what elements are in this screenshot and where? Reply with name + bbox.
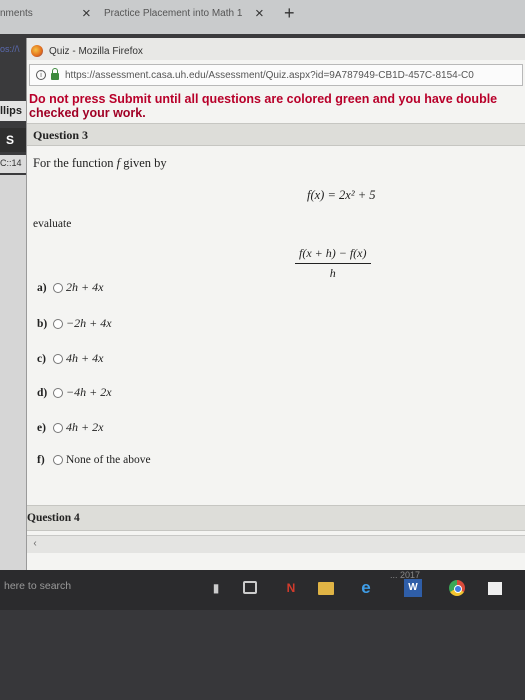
windows-taskbar: ... 2017 here to search ▮ N e W <box>0 570 525 610</box>
background-label-s: S <box>0 128 26 152</box>
difference-quotient: f(x + h) − f(x) h <box>295 246 371 281</box>
prompt-prefix: For the function <box>33 156 114 170</box>
url-bar[interactable]: i https://assessment.casa.uh.edu/Assessm… <box>29 64 523 86</box>
option-letter: b) <box>37 317 48 330</box>
info-icon[interactable]: i <box>36 70 46 80</box>
background-page-strip <box>0 175 26 570</box>
lock-icon <box>51 67 59 80</box>
option-letter: d) <box>37 386 48 399</box>
file-explorer-icon[interactable] <box>318 582 334 595</box>
window-titlebar: Quiz - Mozilla Firefox <box>27 38 525 60</box>
browser-tab-strip: nments × Practice Placement into Math 1 … <box>0 0 525 34</box>
evaluate-label: evaluate <box>33 218 72 230</box>
window-title: Quiz - Mozilla Firefox <box>49 45 143 57</box>
answer-option-d[interactable]: d) −4h + 2x <box>37 385 112 400</box>
question-3-body: For the function f given by f(x) = 2x² +… <box>27 146 525 501</box>
radio-button[interactable] <box>53 455 63 465</box>
browser-tab-practice[interactable]: Practice Placement into Math 1 <box>104 8 242 19</box>
prompt-suffix: given by <box>123 156 167 170</box>
radio-button[interactable] <box>53 318 63 329</box>
background-timer: C::14 <box>0 155 26 173</box>
close-tab-icon[interactable]: × <box>82 5 91 22</box>
quiz-popup-window: Quiz - Mozilla Firefox i https://assessm… <box>26 38 525 570</box>
microphone-icon[interactable]: ▮ <box>207 579 225 597</box>
horizontal-scrollbar[interactable]: ‹ <box>27 535 525 553</box>
url-text[interactable]: https://assessment.casa.uh.edu/Assessmen… <box>65 70 474 81</box>
option-text: −4h + 2x <box>66 385 112 399</box>
task-view-icon[interactable] <box>243 581 257 594</box>
option-letter: f) <box>37 454 45 466</box>
answer-option-e[interactable]: e) 4h + 2x <box>37 420 103 435</box>
radio-button[interactable] <box>53 353 63 364</box>
option-letter: e) <box>37 421 46 434</box>
answer-option-a[interactable]: a) 2h + 4x <box>37 280 103 295</box>
monitor-bezel <box>0 610 525 700</box>
fraction-denominator: h <box>329 266 336 280</box>
function-definition: f(x) = 2x² + 5 <box>307 188 376 202</box>
scroll-left-arrow-icon[interactable]: ‹ <box>29 538 41 550</box>
fraction-numerator: f(x + h) − f(x) <box>295 246 371 264</box>
radio-button[interactable] <box>53 387 63 398</box>
word-icon[interactable]: W <box>404 579 422 597</box>
answer-option-c[interactable]: c) 4h + 4x <box>37 351 103 366</box>
question-prompt: For the function f given by <box>33 156 167 171</box>
option-text: 4h + 4x <box>66 351 104 365</box>
option-text: None of the above <box>66 454 151 466</box>
radio-button[interactable] <box>53 422 63 433</box>
store-icon[interactable] <box>488 582 502 595</box>
question-3-header[interactable]: Question 3 <box>27 123 525 146</box>
answer-option-b[interactable]: b) −2h + 4x <box>37 316 112 331</box>
answer-option-f[interactable]: f) None of the above <box>37 454 151 466</box>
edge-browser-icon[interactable]: e <box>357 579 375 597</box>
background-url-fragment: os://\ <box>0 44 20 54</box>
option-text: 2h + 4x <box>66 280 104 294</box>
radio-button[interactable] <box>53 282 63 293</box>
option-text: 4h + 2x <box>66 420 104 434</box>
onenote-icon[interactable]: N <box>282 579 300 597</box>
new-tab-icon[interactable]: + <box>284 3 295 24</box>
option-text: −2h + 4x <box>66 316 112 330</box>
option-letter: c) <box>37 352 46 365</box>
chrome-icon[interactable] <box>449 580 465 596</box>
close-tab-icon[interactable]: × <box>255 5 264 22</box>
browser-tab-assignments[interactable]: nments <box>0 8 33 19</box>
warning-line-1: Do not press Submit until all questions … <box>29 92 498 106</box>
question-4-header[interactable]: Question 4 <box>27 505 525 531</box>
prompt-function-var: f <box>116 156 121 170</box>
taskbar-search-input[interactable]: here to search <box>0 576 190 604</box>
option-letter: a) <box>37 281 47 294</box>
background-label-lips: llips <box>0 101 26 121</box>
firefox-icon <box>31 45 43 57</box>
submit-warning: Do not press Submit until all questions … <box>27 92 525 121</box>
warning-line-2: checked your work. <box>29 106 146 120</box>
